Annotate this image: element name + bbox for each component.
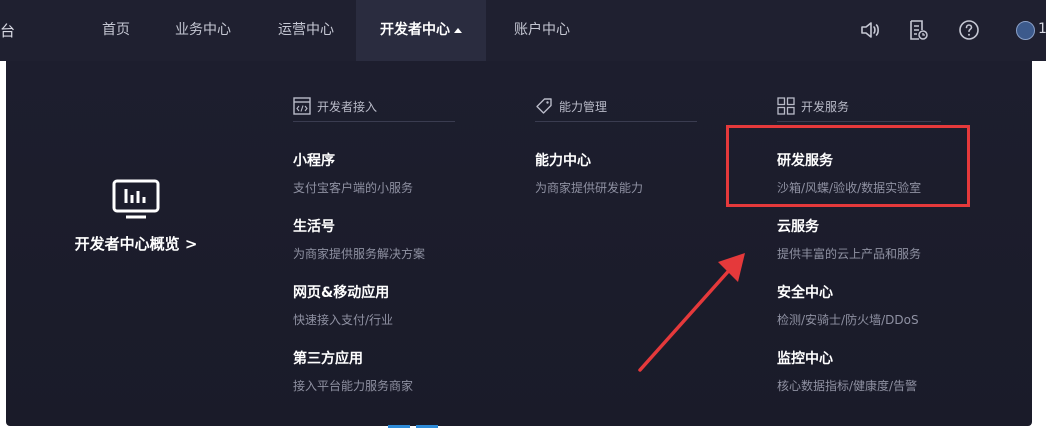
annotation-arrow-icon xyxy=(638,253,745,372)
